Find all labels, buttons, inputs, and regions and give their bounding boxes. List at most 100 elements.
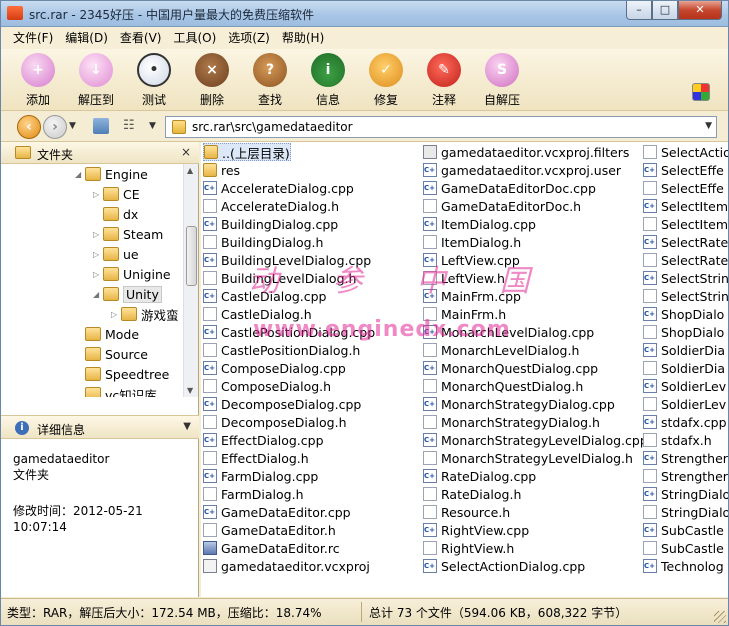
sfx-button[interactable]: S 自解压 — [473, 49, 531, 109]
file-row[interactable]: MonarchStrategyDialog.h — [423, 413, 600, 431]
file-row[interactable]: RateDialog.cpp — [423, 467, 536, 485]
address-dropdown-icon[interactable]: ▼ — [705, 121, 712, 131]
file-row[interactable]: GameDataEditor.rc — [203, 539, 340, 557]
file-row[interactable]: SelectItem — [643, 215, 728, 233]
file-row[interactable]: DecomposeDialog.h — [203, 413, 347, 431]
file-row[interactable]: ItemDialog.cpp — [423, 215, 536, 233]
file-row[interactable]: gamedataeditor.vcxproj.filters — [423, 143, 629, 161]
close-button[interactable]: ✕ — [678, 1, 722, 20]
expander-icon[interactable]: ◢ — [75, 170, 85, 179]
expander-icon[interactable]: ▷ — [93, 250, 103, 259]
file-row[interactable]: SelectEffe — [643, 161, 724, 179]
tree-item-speedtree[interactable]: Speedtree — [75, 364, 169, 384]
menu-help[interactable]: 帮助(H) — [276, 28, 330, 48]
expander-icon[interactable]: ▷ — [93, 190, 103, 199]
menu-file[interactable]: 文件(F) — [7, 28, 59, 48]
tree-item-unity[interactable]: ◢ Unity — [93, 284, 162, 304]
resize-grip[interactable] — [714, 611, 726, 623]
expander-icon[interactable]: ▷ — [111, 310, 121, 319]
file-row[interactable]: stdafx.h — [643, 431, 712, 449]
file-row[interactable]: ComposeDialog.h — [203, 377, 331, 395]
folder-row[interactable]: ..(上层目录) — [203, 143, 291, 161]
file-row[interactable]: BuildingDialog.h — [203, 233, 323, 251]
view-mode-icon[interactable]: ☷ — [123, 118, 139, 134]
tree-item-engine[interactable]: ◢ Engine — [75, 164, 148, 184]
repair-button[interactable]: ✓ 修复 — [357, 49, 415, 109]
file-row[interactable]: EffectDialog.cpp — [203, 431, 324, 449]
file-row[interactable]: GameDataEditorDoc.cpp — [423, 179, 596, 197]
file-row[interactable]: ShopDialo — [643, 323, 724, 341]
expander-icon[interactable]: ◢ — [93, 290, 103, 299]
folder-row[interactable]: res — [203, 161, 240, 179]
menu-tools[interactable]: 工具(O) — [167, 28, 222, 48]
file-row[interactable]: SoldierLev — [643, 377, 726, 395]
tree-item-steam[interactable]: ▷ Steam — [93, 224, 163, 244]
file-row[interactable]: SelectStrin — [643, 287, 728, 305]
file-row[interactable]: MonarchStrategyLevelDialog.cpp — [423, 431, 648, 449]
file-row[interactable]: FarmDialog.cpp — [203, 467, 318, 485]
file-row[interactable]: SubCastle — [643, 539, 724, 557]
info-button[interactable]: i 信息 — [299, 49, 357, 109]
menu-edit[interactable]: 编辑(D) — [59, 28, 114, 48]
tree-item-vc[interactable]: vc知识库 — [75, 384, 157, 397]
tree-item-source[interactable]: Source — [75, 344, 148, 364]
file-row[interactable]: Technolog — [643, 557, 724, 575]
file-row[interactable]: GameDataEditor.h — [203, 521, 336, 539]
file-row[interactable]: SoldierDia — [643, 359, 725, 377]
file-row[interactable]: GameDataEditorDoc.h — [423, 197, 581, 215]
file-row[interactable]: stdafx.cpp — [643, 413, 727, 431]
file-row[interactable]: RateDialog.h — [423, 485, 521, 503]
collapse-icon[interactable]: ▼ — [183, 421, 191, 432]
find-button[interactable]: ? 查找 — [241, 49, 299, 109]
file-row[interactable]: MonarchStrategyLevelDialog.h — [423, 449, 633, 467]
file-row[interactable]: SelectActionDialog.cpp — [423, 557, 585, 575]
scroll-down-icon[interactable]: ▼ — [187, 386, 193, 395]
file-row[interactable]: SelectStrin — [643, 269, 728, 287]
file-row[interactable]: SelectActio — [643, 143, 728, 161]
skin-icon[interactable] — [692, 83, 710, 101]
file-row[interactable]: StringDialo — [643, 503, 728, 521]
file-row[interactable]: ShopDialo — [643, 305, 724, 323]
tree-scrollbar[interactable]: ▲ ▼ — [183, 164, 198, 397]
up-folder-icon[interactable] — [93, 118, 109, 134]
file-row[interactable]: ComposeDialog.cpp — [203, 359, 346, 377]
file-row[interactable]: Strengther — [643, 449, 728, 467]
file-row[interactable]: SelectRate — [643, 233, 728, 251]
file-row[interactable]: RightView.h — [423, 539, 514, 557]
file-row[interactable]: Strengther — [643, 467, 728, 485]
file-row[interactable]: SelectRate — [643, 251, 728, 269]
tree-item-game[interactable]: ▷ 游戏蛮 — [111, 304, 179, 324]
file-row[interactable]: MonarchQuestDialog.cpp — [423, 359, 598, 377]
file-row[interactable]: SelectEffe — [643, 179, 724, 197]
add-button[interactable]: + 添加 — [9, 49, 67, 109]
title-bar[interactable]: src.rar - 2345好压 - 中国用户量最大的免费压缩软件 – □ ✕ — [1, 1, 728, 27]
tree-item-mode[interactable]: Mode — [75, 324, 139, 344]
address-field[interactable]: src.rar\src\gamedataeditor ▼ — [165, 116, 717, 138]
scroll-up-icon[interactable]: ▲ — [187, 166, 193, 175]
menu-options[interactable]: 选项(Z) — [222, 28, 276, 48]
back-button[interactable]: ‹ — [17, 115, 41, 139]
test-button[interactable]: • 测试 — [125, 49, 183, 109]
file-row[interactable]: MonarchStrategyDialog.cpp — [423, 395, 615, 413]
menu-view[interactable]: 查看(V) — [114, 28, 168, 48]
file-row[interactable]: MonarchQuestDialog.h — [423, 377, 583, 395]
file-row[interactable]: GameDataEditor.cpp — [203, 503, 351, 521]
view-dropdown-icon[interactable]: ▼ — [149, 121, 156, 131]
file-row[interactable]: BuildingDialog.cpp — [203, 215, 338, 233]
file-row[interactable]: gamedataeditor.vcxproj — [203, 557, 370, 575]
tree-item-dx[interactable]: dx — [93, 204, 138, 224]
maximize-button[interactable]: □ — [652, 1, 678, 20]
file-row[interactable]: FarmDialog.h — [203, 485, 304, 503]
file-row[interactable]: SubCastle — [643, 521, 724, 539]
file-row[interactable]: SoldierLev — [643, 395, 726, 413]
file-row[interactable]: AccelerateDialog.h — [203, 197, 339, 215]
file-row[interactable]: AccelerateDialog.cpp — [203, 179, 354, 197]
file-row[interactable]: gamedataeditor.vcxproj.user — [423, 161, 621, 179]
extract-to-button[interactable]: ↓ 解压到 — [67, 49, 125, 109]
file-row[interactable]: EffectDialog.h — [203, 449, 309, 467]
file-row[interactable]: StringDialo — [643, 485, 728, 503]
forward-button[interactable]: › — [43, 115, 67, 139]
comment-button[interactable]: ✎ 注释 — [415, 49, 473, 109]
file-row[interactable]: ItemDialog.h — [423, 233, 521, 251]
file-row[interactable]: CastlePositionDialog.h — [203, 341, 360, 359]
